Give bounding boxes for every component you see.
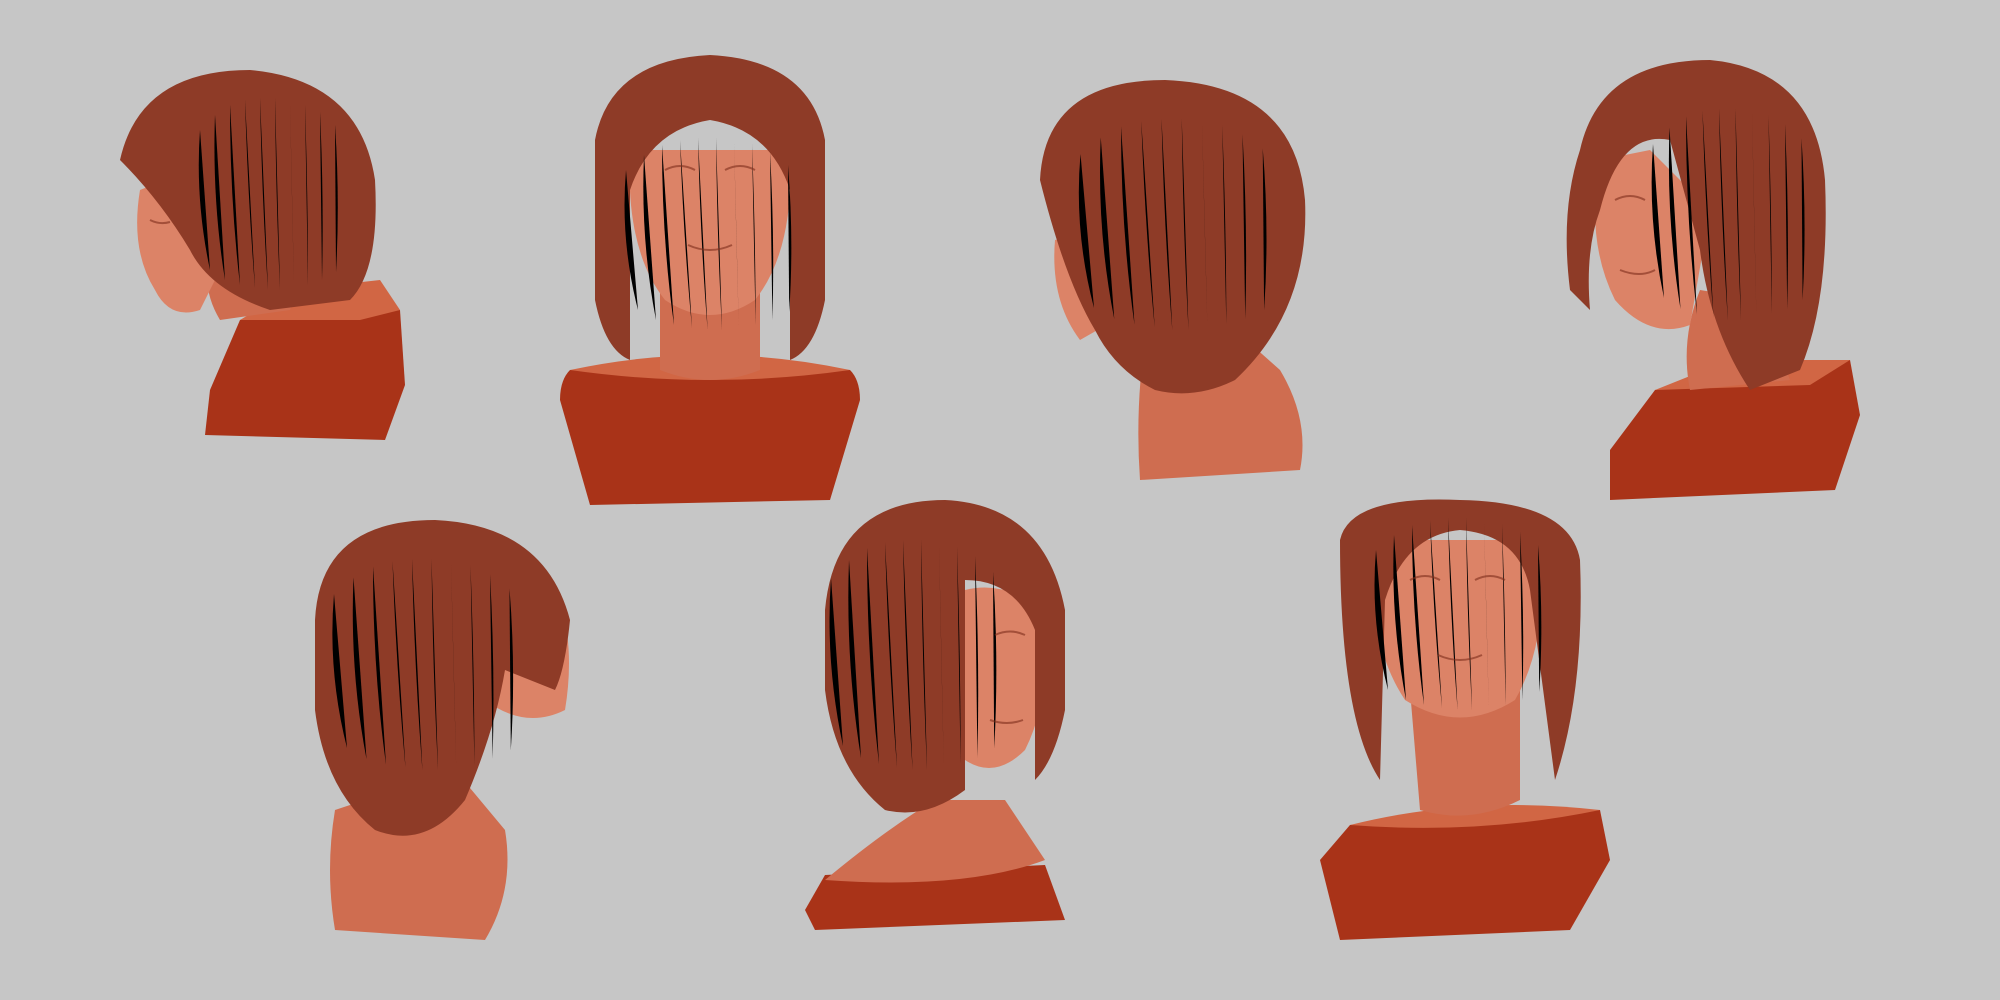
render-viewport <box>0 0 2000 1000</box>
bust-front-low-angle-tilted <box>1320 499 1610 940</box>
bust-turnaround-illustration <box>120 55 1860 940</box>
bust-back-three-quarter-right <box>315 520 570 940</box>
bust-left-three-quarter <box>1566 60 1860 500</box>
bust-back-three-quarter-left <box>1040 80 1306 480</box>
bust-front-low-angle <box>560 55 860 505</box>
bust-left-profile <box>120 70 405 440</box>
bust-right-three-quarter <box>805 500 1065 930</box>
